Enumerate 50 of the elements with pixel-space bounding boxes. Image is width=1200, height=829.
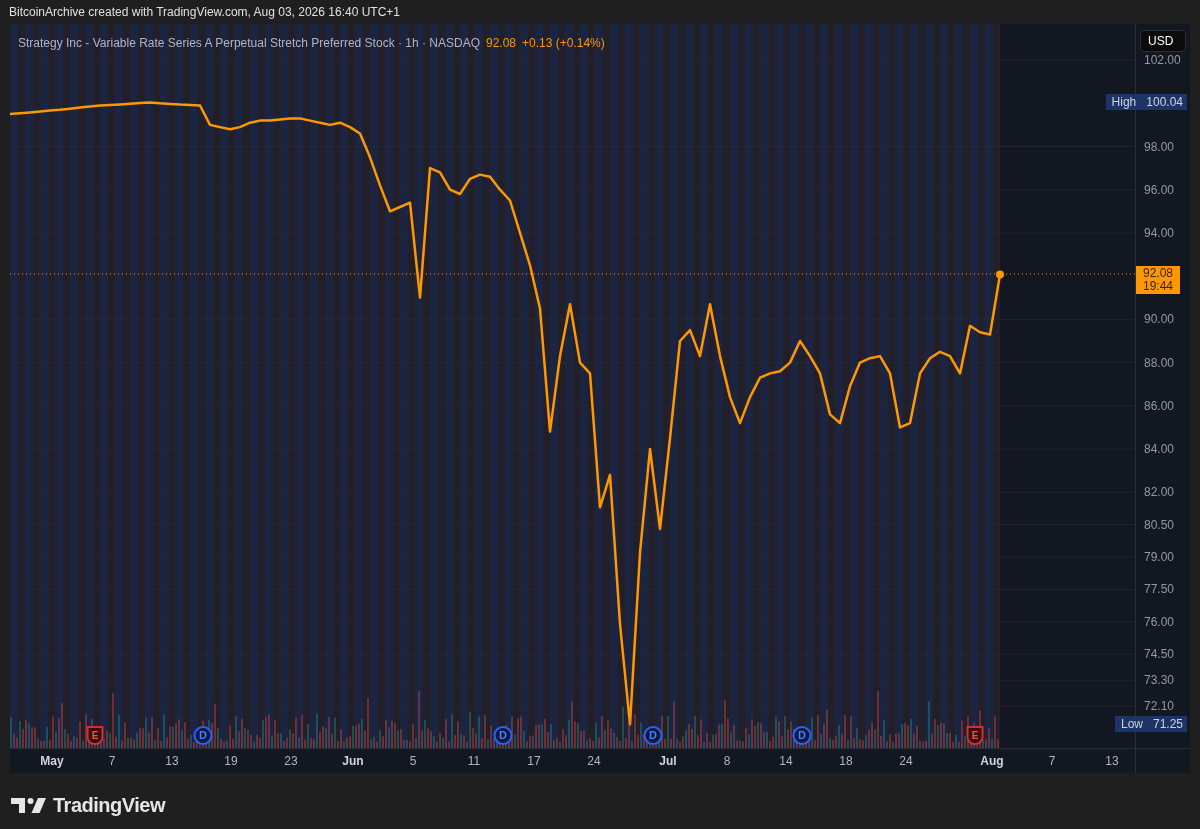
price-axis-label: 90.00 [1144, 312, 1175, 327]
time-axis-label: 11 [467, 754, 481, 768]
tag-value: 100.04 [1145, 94, 1184, 112]
time-axis-label: 13 [165, 754, 179, 768]
tag-label: High [1110, 94, 1138, 112]
price-axis-label: 86.00 [1144, 398, 1175, 413]
last-price: 92.08 [486, 35, 516, 51]
time-axis-label: 24 [587, 754, 601, 768]
price-axis-label: 94.00 [1144, 225, 1175, 240]
time-axis-label: 19 [224, 754, 238, 768]
time-axis-label: 7 [108, 754, 116, 768]
price-axis-label: 80.50 [1144, 517, 1175, 532]
price-axis-label: 77.50 [1144, 582, 1175, 597]
currency-button[interactable]: USD [1140, 30, 1186, 52]
price-axis-label: 72.10 [1144, 699, 1175, 714]
price-axis-label: 74.50 [1144, 647, 1175, 662]
price-change: +0.13 (+0.14%) [522, 35, 605, 51]
symbol-title: Strategy Inc - Variable Rate Series A Perpetual Stretch Preferred Stock · 1h · NASDAQ [18, 35, 480, 51]
price-axis-label: 102.00 [1144, 53, 1181, 68]
price-axis-label: 73.30 [1144, 673, 1175, 688]
logo-icon [11, 797, 47, 813]
time-axis-label: 8 [723, 754, 731, 768]
price-axis-label: 88.00 [1144, 355, 1175, 370]
tag-price: 92.08 [1143, 267, 1173, 281]
price-axis-label: 84.00 [1144, 441, 1175, 456]
brand-name: TradingView [53, 793, 165, 818]
price-axis-label: 82.00 [1144, 485, 1175, 500]
time-axis-label: 17 [527, 754, 541, 768]
time-axis-label: 18 [839, 754, 853, 768]
earnings-marker[interactable]: E [86, 726, 104, 745]
tag-countdown: 19:44 [1143, 280, 1173, 294]
time-axis-label: 13 [1105, 754, 1119, 768]
time-axis-label: 5 [409, 754, 417, 768]
time-axis-label: 24 [899, 754, 913, 768]
price-axis-label: 96.00 [1144, 182, 1175, 197]
time-axis-label: Jun [342, 754, 364, 768]
price-axis-label: 76.00 [1144, 614, 1175, 629]
chart-caption: BitcoinArchive created with TradingView.com, Aug 03, 2026 16:40 UTC+1 [9, 5, 400, 19]
tag-label: Low [1119, 716, 1144, 734]
time-axis-label: Aug [980, 754, 1004, 768]
last-price-dot [996, 270, 1004, 279]
time-axis-label: 23 [284, 754, 298, 768]
tag-value: 71.25 [1151, 716, 1184, 734]
time-axis-label: Jul [659, 754, 677, 768]
time-axis-label: 7 [1048, 754, 1056, 768]
time-axis-label: May [40, 754, 64, 768]
earnings-marker[interactable]: E [966, 726, 984, 745]
price-axis-label: 79.00 [1144, 550, 1175, 564]
time-axis-label: 14 [779, 754, 793, 768]
price-axis-label: 98.00 [1144, 139, 1175, 154]
